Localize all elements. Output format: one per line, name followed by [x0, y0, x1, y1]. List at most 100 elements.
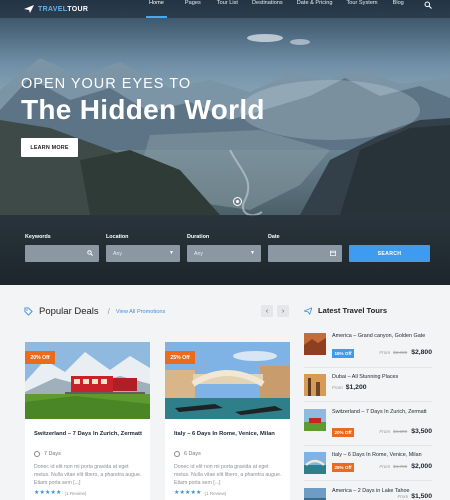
keywords-input[interactable]	[25, 245, 99, 262]
nav-item-destinations[interactable]: Destinations	[252, 0, 283, 18]
current-price: $3,500	[411, 428, 432, 435]
popular-deals-header: Popular Deals / View All Promotions	[24, 306, 165, 317]
calendar-icon	[330, 250, 336, 256]
tour-thumbnail[interactable]	[304, 488, 326, 500]
price-from-label: From	[332, 385, 343, 390]
top-navigation: TRAVELTOUR Home Pages Tour List Destinat…	[0, 0, 450, 18]
hero-title: The Hidden World	[21, 94, 265, 125]
divider	[304, 367, 432, 368]
deal-title[interactable]: Switzerland – 7 Days In Zurich, Zermatt	[34, 430, 146, 438]
price-from-label: From	[379, 350, 391, 355]
review-count[interactable]: (1 Review)	[204, 491, 226, 496]
carousel-next-button[interactable]: ›	[277, 305, 289, 317]
tour-title[interactable]: Italy – 6 Days In Rome, Venice, Milan	[332, 452, 432, 459]
clock-icon	[34, 451, 40, 457]
site-logo[interactable]: TRAVELTOUR	[24, 5, 88, 13]
tour-discount-badge: 15% Off	[332, 349, 354, 358]
price-from-label: From	[397, 494, 409, 499]
tour-list-item[interactable]: America – 2 Days in Lake Tahoe From $1,5…	[304, 488, 432, 500]
hero-subtitle: OPEN YOUR EYES TO	[21, 76, 192, 92]
price-from-label: From	[379, 464, 391, 469]
old-price: $2,900	[393, 350, 408, 355]
logo-plane-icon	[24, 5, 34, 13]
tour-thumbnail[interactable]	[304, 452, 326, 474]
tour-list-item[interactable]: Italy – 6 Days In Rome, Venice, Milan 25…	[304, 452, 432, 482]
tag-icon	[24, 307, 33, 316]
keywords-search-icon	[87, 250, 93, 256]
discount-badge: 20% Off	[25, 351, 55, 364]
nav-item-date-pricing[interactable]: Date & Pricing	[297, 0, 333, 18]
view-all-promotions-link[interactable]: View All Promotions	[116, 309, 165, 315]
duration-label: Duration	[187, 234, 210, 240]
deal-duration-text: 6 Days	[184, 451, 201, 457]
tour-thumbnail[interactable]	[304, 374, 326, 396]
logo-text-part1: TRAVEL	[38, 5, 68, 13]
date-input[interactable]	[268, 245, 342, 262]
carousel-prev-button[interactable]: ‹	[261, 305, 273, 317]
tour-list-item[interactable]: Switzerland – 7 Days In Zurich, Zermatt …	[304, 409, 432, 439]
deal-image-switzerland-train[interactable]: 20% Off	[25, 342, 150, 419]
current-price: $1,200	[345, 384, 367, 391]
price-from-label: From	[379, 429, 391, 434]
divider	[304, 445, 432, 446]
deal-image-venice-bridge[interactable]: 25% Off	[165, 342, 290, 419]
duration-select[interactable]: Any ▼	[187, 245, 261, 262]
nav-item-pages[interactable]: Pages	[185, 0, 201, 18]
tour-title[interactable]: America – Grand canyon, Golden Gate	[332, 333, 432, 340]
latest-tours-title: Latest Travel Tours	[318, 306, 388, 315]
hero-banner: TRAVELTOUR Home Pages Tour List Destinat…	[0, 0, 450, 285]
tour-title[interactable]: Switzerland – 7 Days In Zurich, Zermatt	[332, 409, 432, 416]
duration-value: Any	[194, 250, 203, 257]
deal-title[interactable]: Italy – 6 Days In Rome, Venice, Milan	[174, 430, 286, 438]
current-price: $2,000	[411, 463, 432, 470]
deal-duration: 6 Days	[174, 451, 201, 457]
location-label: Location	[106, 234, 129, 240]
deal-description: Donec id elit non mi porta gravida at eg…	[34, 464, 142, 486]
deal-card[interactable]: 25% Off Italy – 6 Days In Rome, Venice, …	[165, 342, 290, 500]
deal-duration: 7 Days	[34, 451, 61, 457]
tour-price: From $4,300 $3,500	[379, 428, 432, 435]
nav-item-blog[interactable]: Blog	[393, 0, 404, 18]
tour-price: From $4,700 $2,000	[379, 463, 432, 470]
nav-item-tour-system[interactable]: Tour System	[347, 0, 378, 18]
date-label: Date	[268, 234, 280, 240]
tour-price: From $1,200	[332, 384, 367, 391]
slider-pagination-dot[interactable]	[233, 197, 242, 206]
tour-list-item[interactable]: America – Grand canyon, Golden Gate 15% …	[304, 333, 432, 363]
tour-discount-badge: 20% Off	[332, 428, 354, 437]
keywords-label: Keywords	[25, 234, 51, 240]
divider	[304, 480, 432, 481]
plane-icon	[304, 306, 312, 315]
tour-thumbnail[interactable]	[304, 409, 326, 431]
tour-discount-badge: 25% Off	[332, 463, 354, 472]
tour-thumbnail[interactable]	[304, 333, 326, 355]
current-price: $1,500	[411, 493, 432, 500]
search-button[interactable]: SEARCH	[349, 245, 430, 262]
old-price: $4,700	[393, 464, 408, 469]
tour-title[interactable]: Dubai – All Stunning Places	[332, 374, 432, 381]
location-value: Any	[113, 250, 122, 257]
page: TRAVELTOUR Home Pages Tour List Destinat…	[0, 0, 450, 500]
location-select[interactable]: Any ▼	[106, 245, 180, 262]
rating-stars: ★★★★★	[174, 490, 202, 496]
header-separator: /	[107, 307, 110, 316]
deal-card[interactable]: 20% Off Switzerland – 7 Days In Zurich, …	[25, 342, 150, 500]
rating-stars: ★★★★★	[34, 490, 62, 496]
popular-deals-title: Popular Deals	[39, 306, 99, 317]
tour-price: From $2,900 $2,800	[379, 349, 432, 356]
clock-icon	[174, 451, 180, 457]
nav-item-tour-list[interactable]: Tour List	[217, 0, 238, 18]
nav-item-home[interactable]: Home	[146, 0, 167, 18]
deal-rating: ★★★★★ (1 Review)	[174, 490, 226, 496]
tour-price: From $1,500	[397, 493, 432, 500]
review-count[interactable]: (1 Review)	[64, 491, 86, 496]
deal-description: Donec id elit non mi porta gravida at eg…	[174, 464, 282, 486]
tour-list-item[interactable]: Dubai – All Stunning Places From $1,200	[304, 374, 432, 404]
search-icon[interactable]	[424, 1, 432, 9]
deal-duration-text: 7 Days	[44, 451, 61, 457]
current-price: $2,800	[411, 349, 432, 356]
learn-more-button[interactable]: LEARN MORE	[21, 138, 78, 157]
dropdown-arrow-icon: ▼	[250, 250, 255, 256]
divider	[304, 401, 432, 402]
old-price: $4,300	[393, 429, 408, 434]
